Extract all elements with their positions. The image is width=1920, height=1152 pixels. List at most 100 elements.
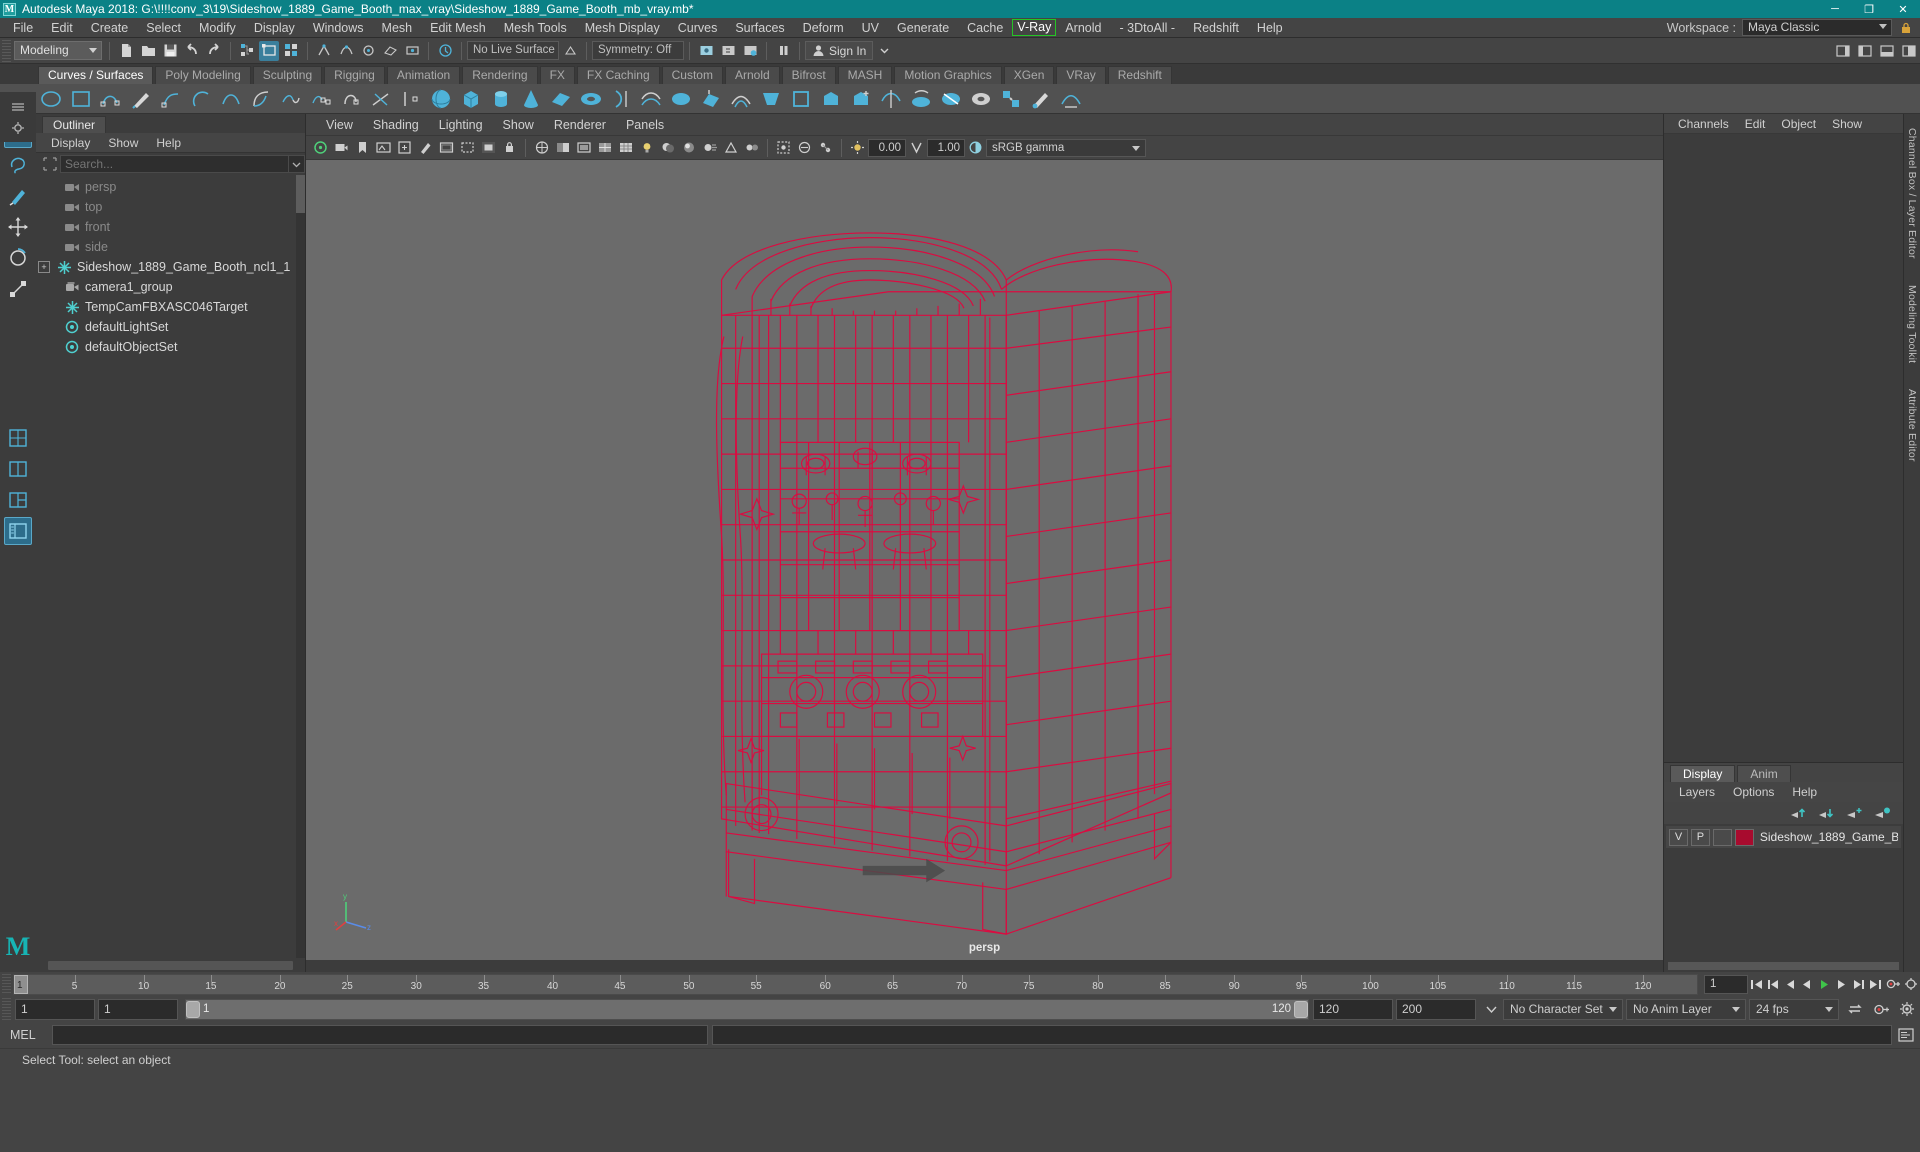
scrollbar-thumb[interactable] (296, 175, 305, 213)
single-pane-layout-icon[interactable] (4, 424, 32, 452)
sidebar-toggle-1-icon[interactable] (1833, 41, 1853, 61)
auto-key-icon[interactable] (1885, 975, 1901, 994)
menu-create[interactable]: Create (82, 18, 138, 38)
search-filter-icon[interactable] (40, 156, 60, 172)
exposure-field[interactable]: 0.00 (868, 138, 906, 157)
menu-arnold[interactable]: Arnold (1056, 18, 1110, 38)
step-forward-frame-icon[interactable] (1834, 975, 1849, 994)
sidebar-toggle-3-icon[interactable] (1877, 41, 1897, 61)
wireframe-on-shaded-icon[interactable] (595, 138, 614, 157)
range-bar[interactable]: 1 120 (185, 998, 1309, 1020)
outliner-menu-show[interactable]: Show (99, 136, 147, 150)
viewport-menu-show[interactable]: Show (493, 118, 544, 132)
layer-row[interactable]: V P Sideshow_1889_Game_Booth (1666, 826, 1901, 848)
viewport-menu-renderer[interactable]: Renderer (544, 118, 616, 132)
expand-toggle-icon[interactable]: + (38, 261, 50, 273)
project-curve-icon[interactable] (909, 87, 933, 111)
outliner-menu-display[interactable]: Display (42, 136, 99, 150)
preferences-gear-icon[interactable] (1895, 999, 1919, 1019)
shelf-tab-rigging[interactable]: Rigging (324, 66, 385, 84)
close-button[interactable]: ✕ (1886, 0, 1920, 18)
layer-playback-toggle[interactable]: P (1690, 828, 1710, 846)
render-settings-icon[interactable] (740, 41, 760, 61)
nurbs-cone-icon[interactable] (519, 87, 543, 111)
nurbs-sphere-icon[interactable] (429, 87, 453, 111)
range-settings-icon[interactable] (1480, 999, 1502, 1019)
move-layer-down-icon[interactable] (1815, 804, 1837, 822)
animation-preferences-icon[interactable] (1903, 975, 1919, 994)
move-tool-icon[interactable] (4, 213, 32, 241)
menu-vray[interactable]: V-Ray (1012, 19, 1057, 36)
menu-mesh[interactable]: Mesh (373, 18, 422, 38)
outliner-item-persp[interactable]: persp (36, 177, 305, 197)
menu-3dtoall[interactable]: - 3DtoAll - (1110, 18, 1184, 38)
menu-uv[interactable]: UV (853, 18, 888, 38)
gamma-field[interactable]: 1.00 (927, 138, 965, 157)
outliner-item-default-object-set[interactable]: defaultObjectSet (36, 337, 305, 357)
snap-view-plane-icon[interactable] (402, 41, 422, 61)
camera-attributes-icon[interactable] (332, 138, 351, 157)
outliner-tab[interactable]: Outliner (42, 116, 107, 133)
menu-edit[interactable]: Edit (42, 18, 82, 38)
multisample-aa-icon[interactable] (721, 138, 740, 157)
menu-windows[interactable]: Windows (304, 18, 373, 38)
nurbs-square-icon[interactable] (69, 87, 93, 111)
tab-display[interactable]: Display (1670, 765, 1736, 782)
curve-fillet-icon[interactable] (249, 87, 273, 111)
range-slider-gripper[interactable] (2, 998, 11, 1020)
nurbs-cube-icon[interactable] (459, 87, 483, 111)
undo-icon[interactable] (182, 41, 202, 61)
step-forward-key-icon[interactable] (1851, 975, 1866, 994)
revolve-icon[interactable] (609, 87, 633, 111)
use-all-lights-icon[interactable] (637, 138, 656, 157)
bevel-icon[interactable] (819, 87, 843, 111)
pause-icon[interactable] (773, 41, 793, 61)
surface-editor-icon[interactable] (1059, 87, 1083, 111)
layer-color-swatch[interactable] (1734, 828, 1754, 846)
wireframe-shading-icon[interactable] (532, 138, 551, 157)
gamma-icon[interactable] (907, 138, 926, 157)
go-to-end-icon[interactable] (1868, 975, 1883, 994)
live-surface-field[interactable]: No Live Surface (467, 41, 559, 60)
menu-mesh-display[interactable]: Mesh Display (576, 18, 669, 38)
range-left-handle[interactable] (186, 1000, 200, 1018)
shelf-tab-animation[interactable]: Animation (386, 66, 461, 84)
ipr-render-icon[interactable] (718, 41, 738, 61)
channelbox-tab-show[interactable]: Show (1824, 117, 1870, 131)
range-end-field[interactable]: 120 (1313, 998, 1393, 1020)
menu-display[interactable]: Display (245, 18, 304, 38)
sidebar-toggle-2-icon[interactable] (1855, 41, 1875, 61)
select-camera-icon[interactable] (311, 138, 330, 157)
menu-redshift[interactable]: Redshift (1184, 18, 1248, 38)
play-backwards-icon[interactable] (1800, 975, 1815, 994)
outliner-item-side[interactable]: side (36, 237, 305, 257)
shelf-tab-mash[interactable]: MASH (837, 66, 893, 84)
trim-tool-icon[interactable] (939, 87, 963, 111)
arc-curve-icon[interactable] (189, 87, 213, 111)
outliner-vertical-scrollbar[interactable] (296, 175, 305, 958)
shelf-tab-xgen[interactable]: XGen (1003, 66, 1055, 84)
xray-icon[interactable] (795, 138, 814, 157)
redo-icon[interactable] (204, 41, 224, 61)
time-slider-track[interactable]: 1 5 10 15 20 25 30 35 40 45 50 55 60 65 70 75 80 85 90 95 1… (13, 973, 1698, 995)
viewport-menu-lighting[interactable]: Lighting (429, 118, 493, 132)
viewport-3d[interactable]: y x z persp (306, 160, 1663, 960)
pencil-curve-tool-icon[interactable] (129, 87, 153, 111)
scrollbar-thumb[interactable] (48, 960, 293, 970)
time-slider-gripper[interactable] (2, 974, 11, 994)
square-surface-icon[interactable] (789, 87, 813, 111)
current-frame-field[interactable]: 1 (1704, 974, 1748, 994)
arc-3point-icon[interactable] (219, 87, 243, 111)
anim-layer-select[interactable]: No Anim Layer (1626, 998, 1746, 1020)
render-current-frame-icon[interactable] (696, 41, 716, 61)
cv-curve-tool-icon[interactable] (99, 87, 123, 111)
layer-display-type-toggle[interactable] (1712, 828, 1732, 846)
shelf-tab-fx-caching[interactable]: FX Caching (576, 66, 660, 84)
menu-generate[interactable]: Generate (888, 18, 958, 38)
move-layer-up-icon[interactable] (1787, 804, 1809, 822)
untrim-icon[interactable] (969, 87, 993, 111)
outliner-tree[interactable]: persp top front side + Sideshow_1889_Gam… (36, 175, 305, 958)
paint-select-tool-icon[interactable] (4, 182, 32, 210)
nurbs-torus-icon[interactable] (579, 87, 603, 111)
menu-deform[interactable]: Deform (794, 18, 853, 38)
